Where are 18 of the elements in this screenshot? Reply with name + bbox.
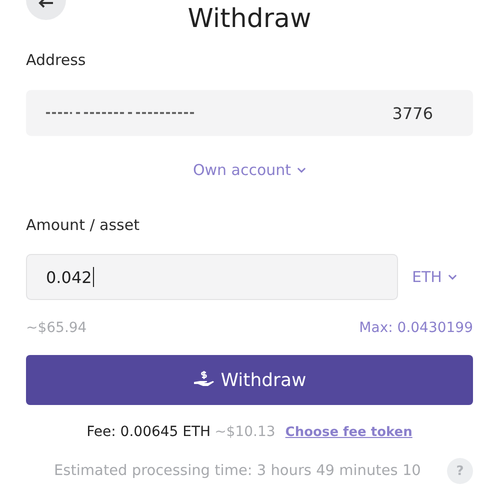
recipient-dropdown[interactable]: Own account (192, 161, 306, 179)
processing-time-text: Estimated processing time: 3 hours 49 minutes 10 (54, 463, 421, 479)
address-field[interactable]: 3776 (26, 90, 473, 136)
usd-value: ~$65.94 (26, 320, 87, 336)
help-button[interactable]: ? (447, 458, 473, 484)
amount-field[interactable]: 0.042 (26, 254, 398, 300)
max-amount-link[interactable]: Max: 0.0430199 (359, 320, 473, 336)
page-title: Withdraw (188, 4, 312, 34)
chevron-down-icon (448, 274, 457, 280)
field-label: Amount / asset (26, 216, 140, 234)
withdraw-button[interactable]: Withdraw (26, 355, 473, 405)
choose-fee-token-link[interactable]: Choose fee token (285, 425, 412, 440)
asset-dropdown[interactable]: ETH (412, 268, 457, 286)
field-label: Address (26, 51, 87, 69)
chevron-down-icon (297, 167, 306, 173)
fee-amount: Fee: 0.00645 ETH (86, 424, 211, 440)
arrow-left-icon (38, 0, 54, 8)
fee-usd: ~$10.13 (214, 424, 276, 440)
